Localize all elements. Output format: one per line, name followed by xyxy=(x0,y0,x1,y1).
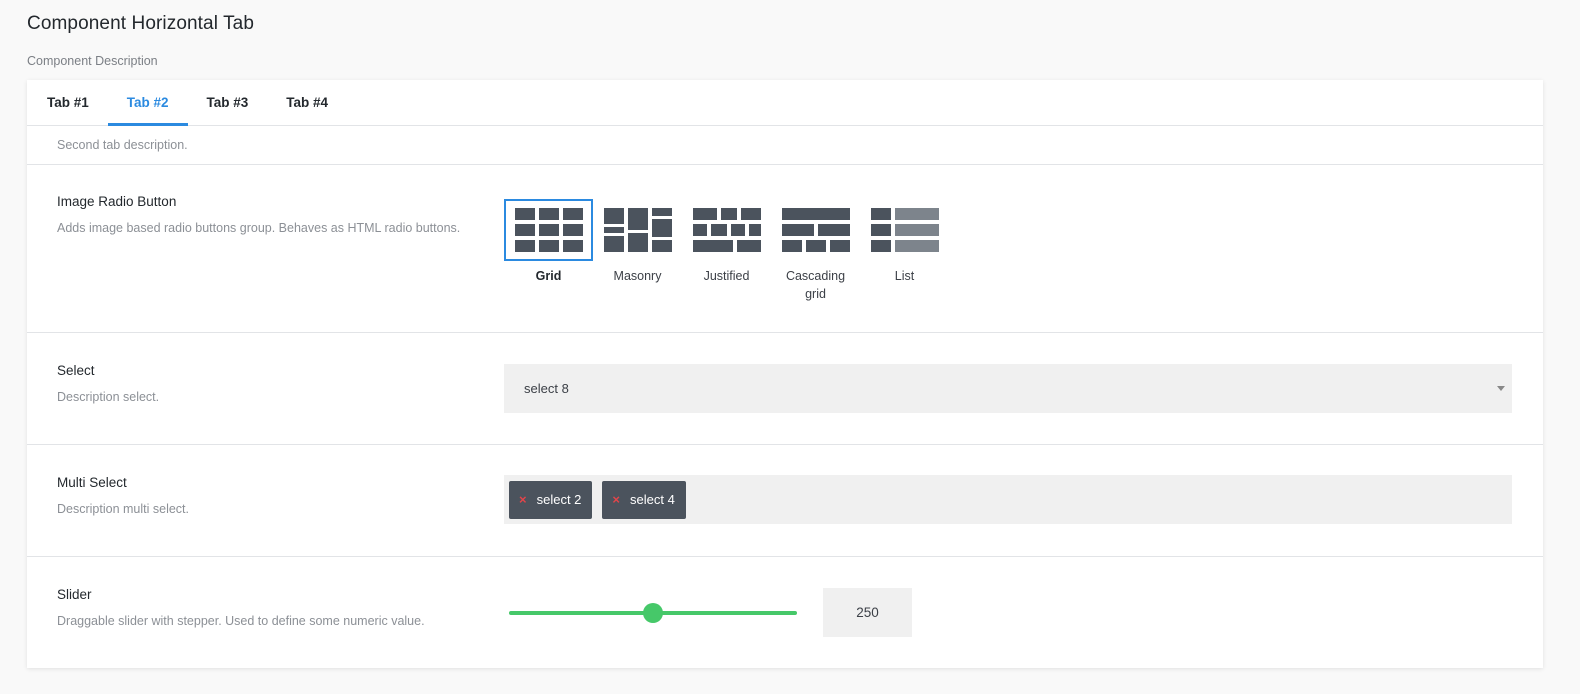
chevron-down-icon xyxy=(1497,386,1505,391)
page-title: Component Horizontal Tab xyxy=(27,13,255,34)
slider-track[interactable] xyxy=(509,602,797,623)
slider-row: Slider Draggable slider with stepper. Us… xyxy=(27,557,1543,667)
tab-bar: Tab #1 Tab #2 Tab #3 Tab #4 xyxy=(27,80,1543,126)
chip-label: select 2 xyxy=(536,492,582,507)
image-radio-description: Adds image based radio buttons group. Be… xyxy=(57,221,461,235)
multi-select-chip: × select 2 xyxy=(509,480,593,519)
multi-select-chip: × select 4 xyxy=(602,480,686,519)
tab-4[interactable]: Tab #4 xyxy=(267,80,347,125)
multi-select-description: Description multi select. xyxy=(57,502,189,516)
grid-layout-icon xyxy=(504,199,593,261)
remove-chip-icon[interactable]: × xyxy=(612,492,620,507)
slider-description: Draggable slider with stepper. Used to d… xyxy=(57,614,425,628)
select-dropdown[interactable]: select 8 xyxy=(504,364,1512,413)
multi-select-row: Multi Select Description multi select. ×… xyxy=(27,445,1543,557)
radio-option-masonry[interactable]: Masonry xyxy=(593,199,682,303)
radio-caption-list: List xyxy=(894,269,915,283)
select-label: Select xyxy=(57,363,95,378)
list-layout-icon xyxy=(860,199,949,261)
image-radio-group: Grid Masonry Justified Cascading grid Li… xyxy=(504,199,949,303)
radio-option-justified[interactable]: Justified xyxy=(682,199,771,303)
radio-caption-grid: Grid xyxy=(535,269,562,283)
chip-label: select 4 xyxy=(630,492,675,507)
cascading-grid-layout-icon xyxy=(771,199,860,261)
multi-select-label: Multi Select xyxy=(57,475,127,490)
select-description: Description select. xyxy=(57,390,160,404)
tab-1[interactable]: Tab #1 xyxy=(27,80,108,125)
slider-label: Slider xyxy=(57,587,92,602)
image-radio-row: Image Radio Button Adds image based radi… xyxy=(27,165,1543,333)
radio-caption-cascading-grid: Cascading grid xyxy=(785,269,846,301)
radio-caption-justified: Justified xyxy=(703,269,750,283)
masonry-layout-icon xyxy=(593,199,682,261)
tab-panel-card: Tab #1 Tab #2 Tab #3 Tab #4 Second tab d… xyxy=(27,80,1543,668)
radio-option-cascading-grid[interactable]: Cascading grid xyxy=(771,199,860,303)
radio-option-list[interactable]: List xyxy=(860,199,949,303)
tab-description: Second tab description. xyxy=(27,126,1543,165)
slider-handle[interactable] xyxy=(643,602,663,623)
slider-stepper-input[interactable] xyxy=(823,588,912,637)
image-radio-label: Image Radio Button xyxy=(57,194,177,209)
page-description: Component Description xyxy=(27,54,158,68)
select-value: select 8 xyxy=(524,381,569,396)
justified-layout-icon xyxy=(682,199,771,261)
radio-caption-masonry: Masonry xyxy=(613,269,662,283)
tab-3[interactable]: Tab #3 xyxy=(188,80,268,125)
tab-2[interactable]: Tab #2 xyxy=(107,80,188,126)
radio-option-grid[interactable]: Grid xyxy=(504,199,593,303)
multi-select-field[interactable]: × select 2 × select 4 xyxy=(504,475,1512,524)
select-row: Select Description select. select 8 xyxy=(27,333,1543,445)
remove-chip-icon[interactable]: × xyxy=(519,492,527,507)
